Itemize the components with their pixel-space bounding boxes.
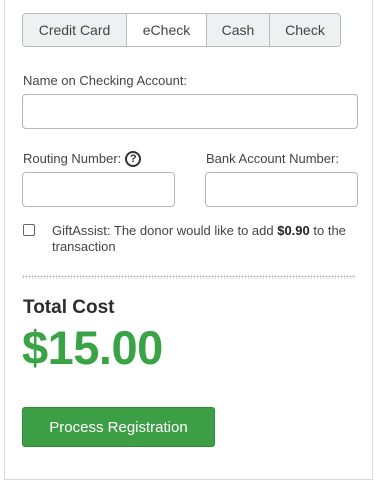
gift-assist-text: GiftAssist: The donor would like to add …: [52, 223, 352, 255]
tab-cash[interactable]: Cash: [207, 14, 270, 46]
bank-account-number-label: Bank Account Number:: [206, 151, 339, 166]
process-registration-button[interactable]: Process Registration: [22, 407, 215, 447]
name-on-account-input[interactable]: [22, 94, 358, 129]
total-cost-value: $15.00: [22, 321, 163, 374]
gift-assist-checkbox[interactable]: [23, 224, 35, 236]
bank-account-number-input[interactable]: [205, 172, 358, 207]
payment-method-tabs: Credit Card eCheck Cash Check: [22, 13, 341, 47]
total-cost-label: Total Cost: [23, 297, 115, 318]
help-icon[interactable]: ?: [125, 150, 142, 167]
routing-number-label: Routing Number:?: [23, 150, 142, 168]
dotted-divider: [22, 275, 356, 279]
help-icon-glyph: ?: [129, 152, 137, 165]
tab-echeck[interactable]: eCheck: [127, 14, 207, 46]
tab-credit-card[interactable]: Credit Card: [23, 14, 127, 46]
gift-assist-amount: $0.90: [277, 223, 310, 238]
gift-assist-text-before: GiftAssist: The donor would like to add: [52, 223, 278, 238]
routing-number-label-text: Routing Number:: [23, 151, 122, 166]
tab-check[interactable]: Check: [270, 14, 340, 46]
name-on-account-label: Name on Checking Account:: [23, 73, 188, 88]
routing-number-input[interactable]: [22, 172, 175, 207]
